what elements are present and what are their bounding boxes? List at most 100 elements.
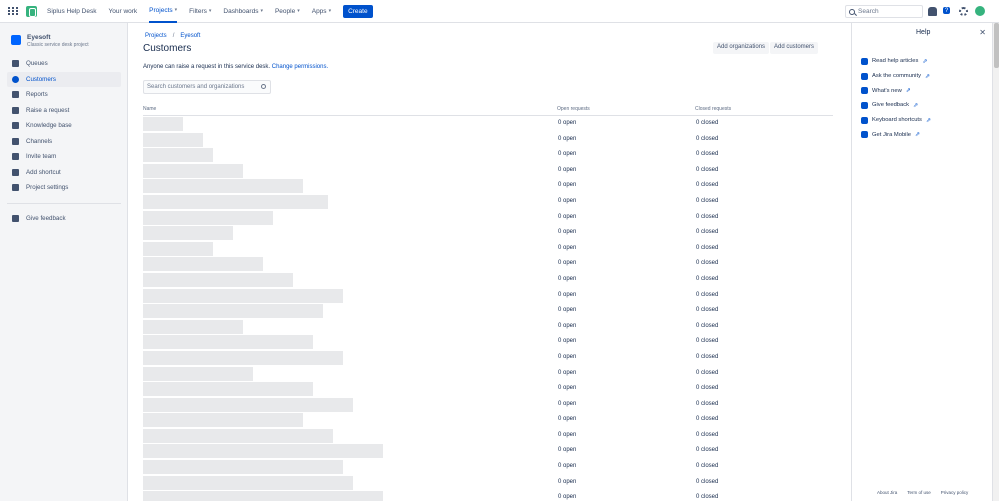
table-row[interactable]: 0 open 0 closed (143, 475, 833, 491)
sidebar-item-add-shortcut[interactable]: Add shortcut (7, 165, 121, 181)
sidebar-item-project-settings[interactable]: Project settings (7, 180, 121, 196)
customer-name-redacted[interactable] (143, 319, 243, 334)
nav-filters[interactable]: Filters ▾ (189, 0, 211, 23)
privacy-policy-link[interactable]: Privacy policy (941, 490, 969, 495)
brand-name[interactable]: Siplus Help Desk (47, 8, 97, 15)
table-row[interactable]: 0 open 0 closed (143, 225, 833, 241)
gear-icon[interactable] (959, 7, 968, 16)
app-switcher-icon[interactable] (6, 5, 18, 17)
table-row[interactable]: 0 open 0 closed (143, 241, 833, 257)
table-row[interactable]: 0 open 0 closed (143, 272, 833, 288)
table-row[interactable]: 0 open 0 closed (143, 381, 833, 397)
customer-name-redacted[interactable] (143, 413, 303, 428)
sidebar-give-feedback[interactable]: Give feedback (7, 211, 121, 227)
customer-name-redacted[interactable] (143, 241, 213, 256)
customer-name-redacted[interactable] (143, 257, 263, 272)
sidebar-item-channels[interactable]: Channels (7, 134, 121, 150)
table-row[interactable]: 0 open 0 closed (143, 459, 833, 475)
table-row[interactable]: 0 open 0 closed (143, 428, 833, 444)
sidebar-item-invite-team[interactable]: Invite team (7, 149, 121, 165)
customer-name-redacted[interactable] (143, 148, 213, 163)
table-row[interactable]: 0 open 0 closed (143, 350, 833, 366)
table-row[interactable]: 0 open 0 closed (143, 334, 833, 350)
help-ask-community[interactable]: Ask the community ⇗ (861, 69, 931, 84)
customer-name-redacted[interactable] (143, 132, 203, 147)
table-row[interactable]: 0 open 0 closed (143, 163, 833, 179)
customer-name-redacted[interactable] (143, 444, 383, 459)
table-row[interactable]: 0 open 0 closed (143, 256, 833, 272)
table-row[interactable]: 0 open 0 closed (143, 210, 833, 226)
table-row[interactable]: 0 open 0 closed (143, 116, 833, 132)
nav-dashboards[interactable]: Dashboards ▾ (223, 0, 263, 23)
customer-name-redacted[interactable] (143, 460, 343, 475)
table-row[interactable]: 0 open 0 closed (143, 366, 833, 382)
create-button[interactable]: Create (343, 4, 373, 18)
customer-name-redacted[interactable] (143, 475, 353, 490)
breadcrumb-eyesoft[interactable]: Eyesoft (180, 33, 200, 39)
global-search-input[interactable]: Search (845, 5, 923, 18)
table-row[interactable]: 0 open 0 closed (143, 194, 833, 210)
table-row[interactable]: 0 open 0 closed (143, 443, 833, 459)
help-read-articles[interactable]: Read help articles ⇗ (861, 54, 931, 69)
table-row[interactable]: 0 open 0 closed (143, 178, 833, 194)
change-permissions-link[interactable]: Change permissions. (272, 64, 328, 70)
help-whats-new[interactable]: What's new ⇗ (861, 83, 931, 98)
table-row[interactable]: 0 open 0 closed (143, 397, 833, 413)
table-row[interactable]: 0 open 0 closed (143, 303, 833, 319)
nav-projects[interactable]: Projects ▾ (149, 0, 178, 23)
sidebar-item-reports[interactable]: Reports (7, 87, 121, 103)
customer-name-redacted[interactable] (143, 335, 313, 350)
column-header-open-requests[interactable]: Open requests (557, 106, 590, 112)
avatar[interactable] (975, 6, 985, 16)
close-icon[interactable]: ✕ (979, 28, 986, 37)
notifications-icon[interactable] (928, 7, 937, 16)
table-row[interactable]: 0 open 0 closed (143, 288, 833, 304)
table-row[interactable]: 0 open 0 closed (143, 132, 833, 148)
scrollbar-thumb[interactable] (994, 23, 999, 68)
table-row[interactable]: 0 open 0 closed (143, 147, 833, 163)
about-jira-link[interactable]: About Jira (877, 490, 897, 495)
customer-name-redacted[interactable] (143, 382, 313, 397)
customer-name-redacted[interactable] (143, 304, 323, 319)
project-header[interactable]: Eyesoft Classic service desk project (11, 34, 89, 48)
project-type: Classic service desk project (27, 42, 89, 48)
customer-name-redacted[interactable] (143, 163, 243, 178)
help-give-feedback[interactable]: Give feedback ⇗ (861, 98, 931, 113)
customer-name-redacted[interactable] (143, 428, 333, 443)
nav-apps[interactable]: Apps ▾ (312, 0, 331, 23)
help-keyboard-shortcuts[interactable]: Keyboard shortcuts ⇗ (861, 113, 931, 128)
customer-name-redacted[interactable] (143, 194, 328, 209)
customer-name-redacted[interactable] (143, 226, 233, 241)
add-customers-button[interactable]: Add customers (770, 42, 819, 54)
nav-your-work[interactable]: Your work (109, 0, 138, 23)
customer-name-redacted[interactable] (143, 179, 303, 194)
customer-name-redacted[interactable] (143, 117, 183, 131)
customer-name-redacted[interactable] (143, 272, 293, 287)
customer-name-redacted[interactable] (143, 210, 273, 225)
breadcrumb-projects[interactable]: Projects (145, 33, 167, 39)
customer-name-redacted[interactable] (143, 397, 353, 412)
customer-name-redacted[interactable] (143, 491, 383, 501)
table-row[interactable]: 0 open 0 closed (143, 412, 833, 428)
help-jira-mobile[interactable]: Get Jira Mobile ⇗ (861, 127, 931, 142)
customer-name-redacted[interactable] (143, 288, 343, 303)
column-header-name[interactable]: Name (143, 106, 156, 112)
siplus-logo-icon[interactable] (26, 5, 37, 17)
sidebar-item-queues[interactable]: Queues (7, 56, 121, 72)
terms-link[interactable]: Term of use (907, 490, 931, 495)
page-scrollbar[interactable] (992, 23, 999, 501)
customer-search-input[interactable]: Search customers and organizations (143, 80, 271, 94)
column-header-closed-requests[interactable]: Closed requests (695, 106, 731, 112)
table-row[interactable]: 0 open 0 closed (143, 490, 833, 501)
add-organizations-button[interactable]: Add organizations (713, 42, 770, 54)
customer-name-redacted[interactable] (143, 350, 343, 365)
sidebar-item-knowledge-base[interactable]: Knowledge base (7, 118, 121, 134)
open-requests-cell: 0 open (558, 260, 577, 267)
open-requests-cell: 0 open (558, 197, 577, 204)
sidebar-item-customers[interactable]: Customers (7, 71, 121, 87)
table-row[interactable]: 0 open 0 closed (143, 319, 833, 335)
sidebar-item-raise-request[interactable]: Raise a request (7, 103, 121, 119)
help-icon[interactable]: ? (943, 7, 950, 14)
nav-people[interactable]: People ▾ (275, 0, 300, 23)
customer-name-redacted[interactable] (143, 366, 253, 381)
